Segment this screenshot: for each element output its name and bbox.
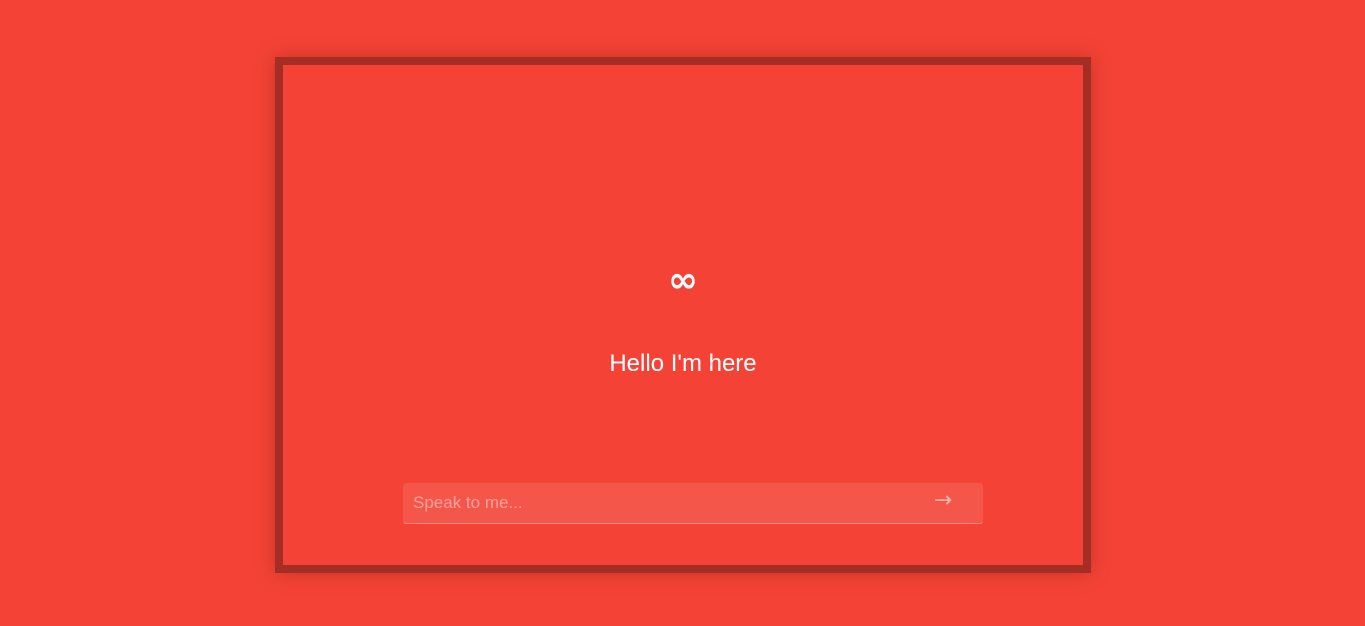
greeting-message: Hello I'm here [609, 350, 757, 377]
message-input-container: → [403, 483, 983, 524]
message-input[interactable] [403, 483, 923, 523]
send-arrow-icon[interactable]: → [923, 483, 963, 523]
chat-window: ∞ Hello I'm here → [275, 57, 1091, 573]
infinity-logo-icon: ∞ [668, 260, 698, 301]
